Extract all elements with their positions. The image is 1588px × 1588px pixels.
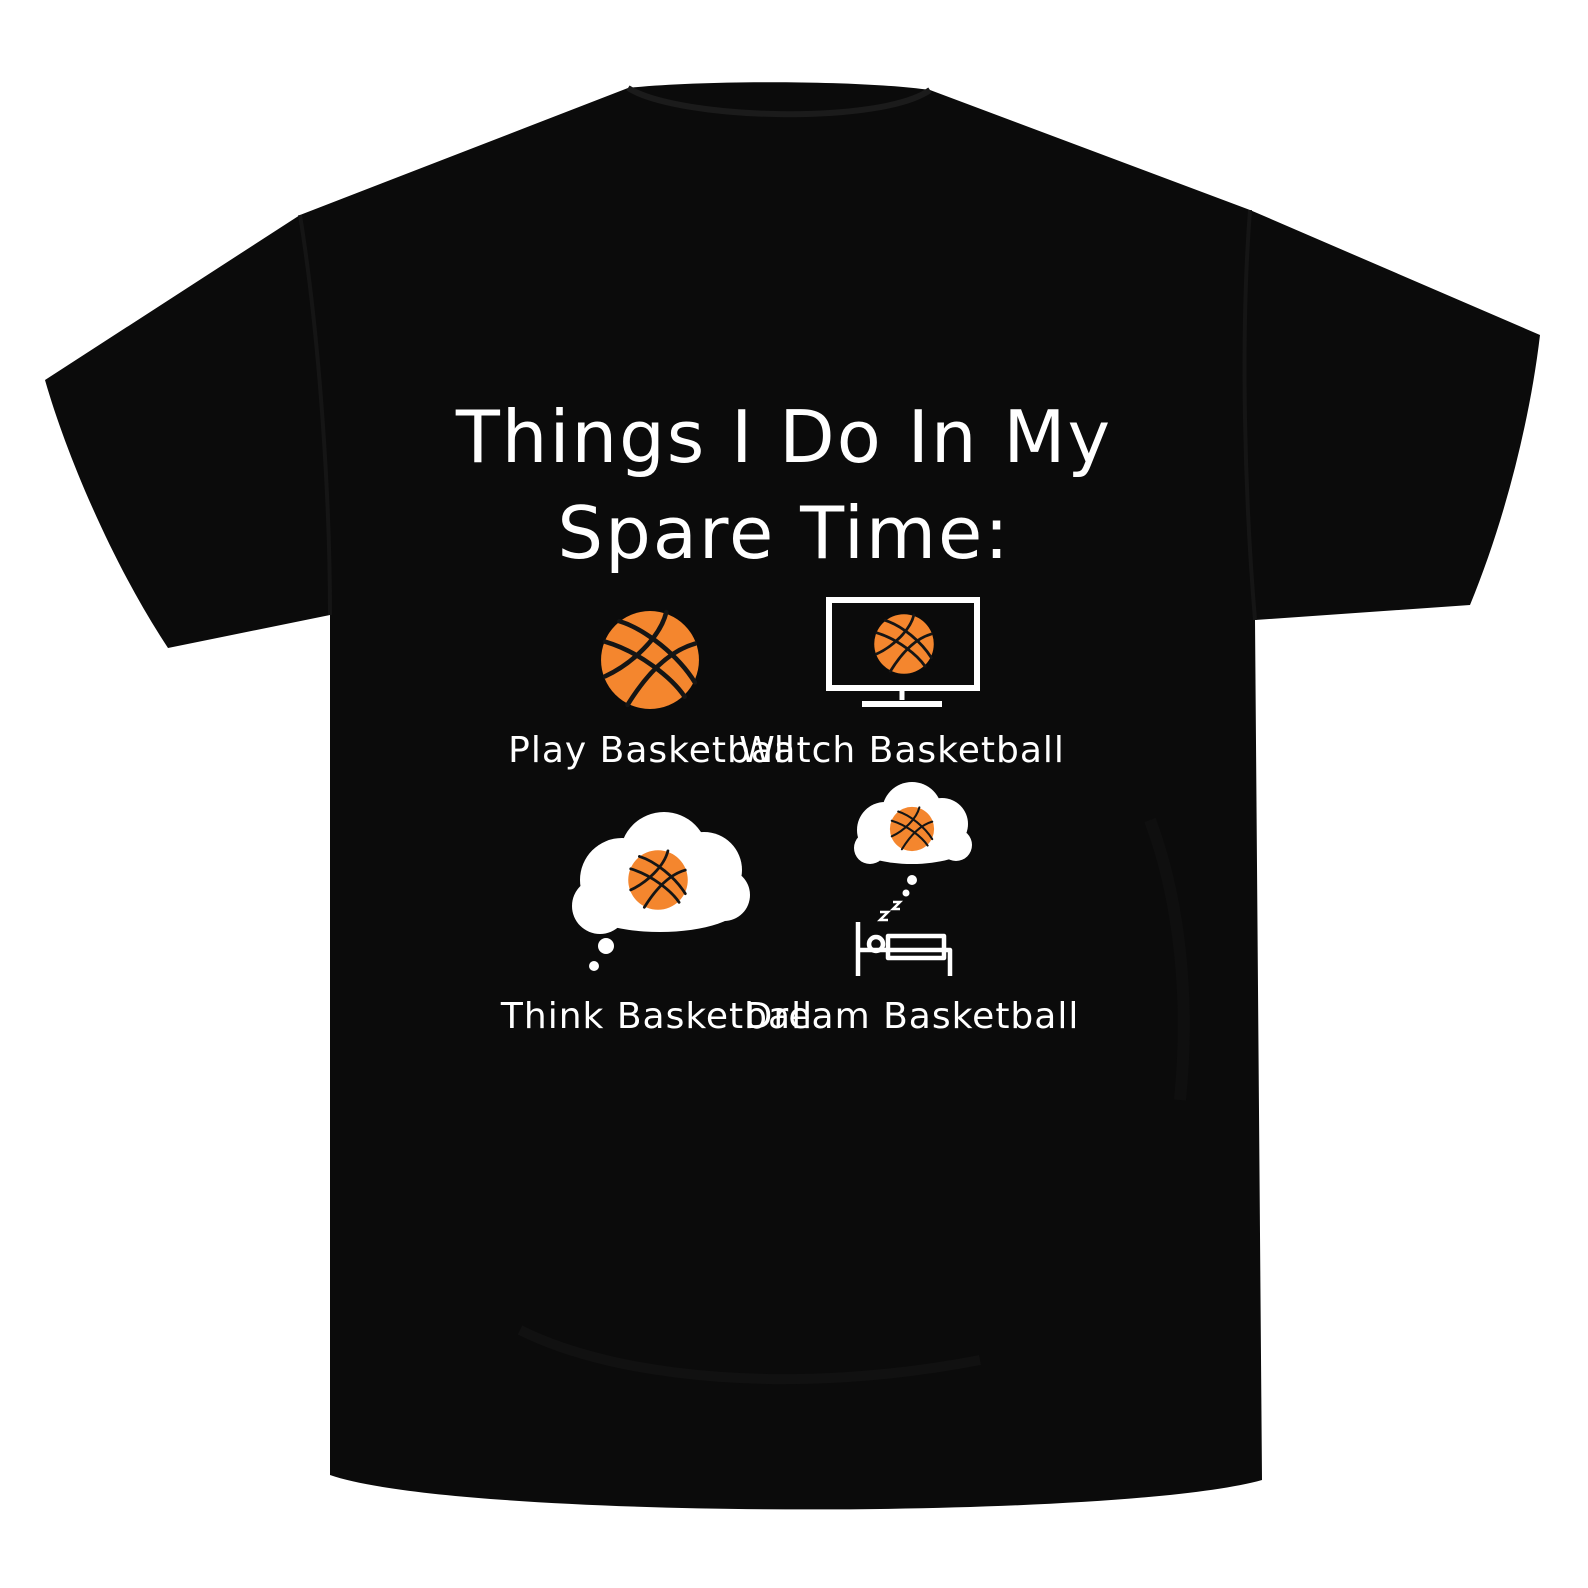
caption-dream-basketball: Dream Basketball xyxy=(745,996,1080,1037)
title-line-1: Things I Do In My xyxy=(455,395,1112,479)
tshirt-scene: Things I Do In My Spare Time: Play Baske… xyxy=(0,0,1588,1588)
basketball-icon xyxy=(601,611,699,709)
caption-watch-basketball: Watch Basketball xyxy=(739,730,1065,771)
title-line-2: Spare Time: xyxy=(557,491,1010,575)
